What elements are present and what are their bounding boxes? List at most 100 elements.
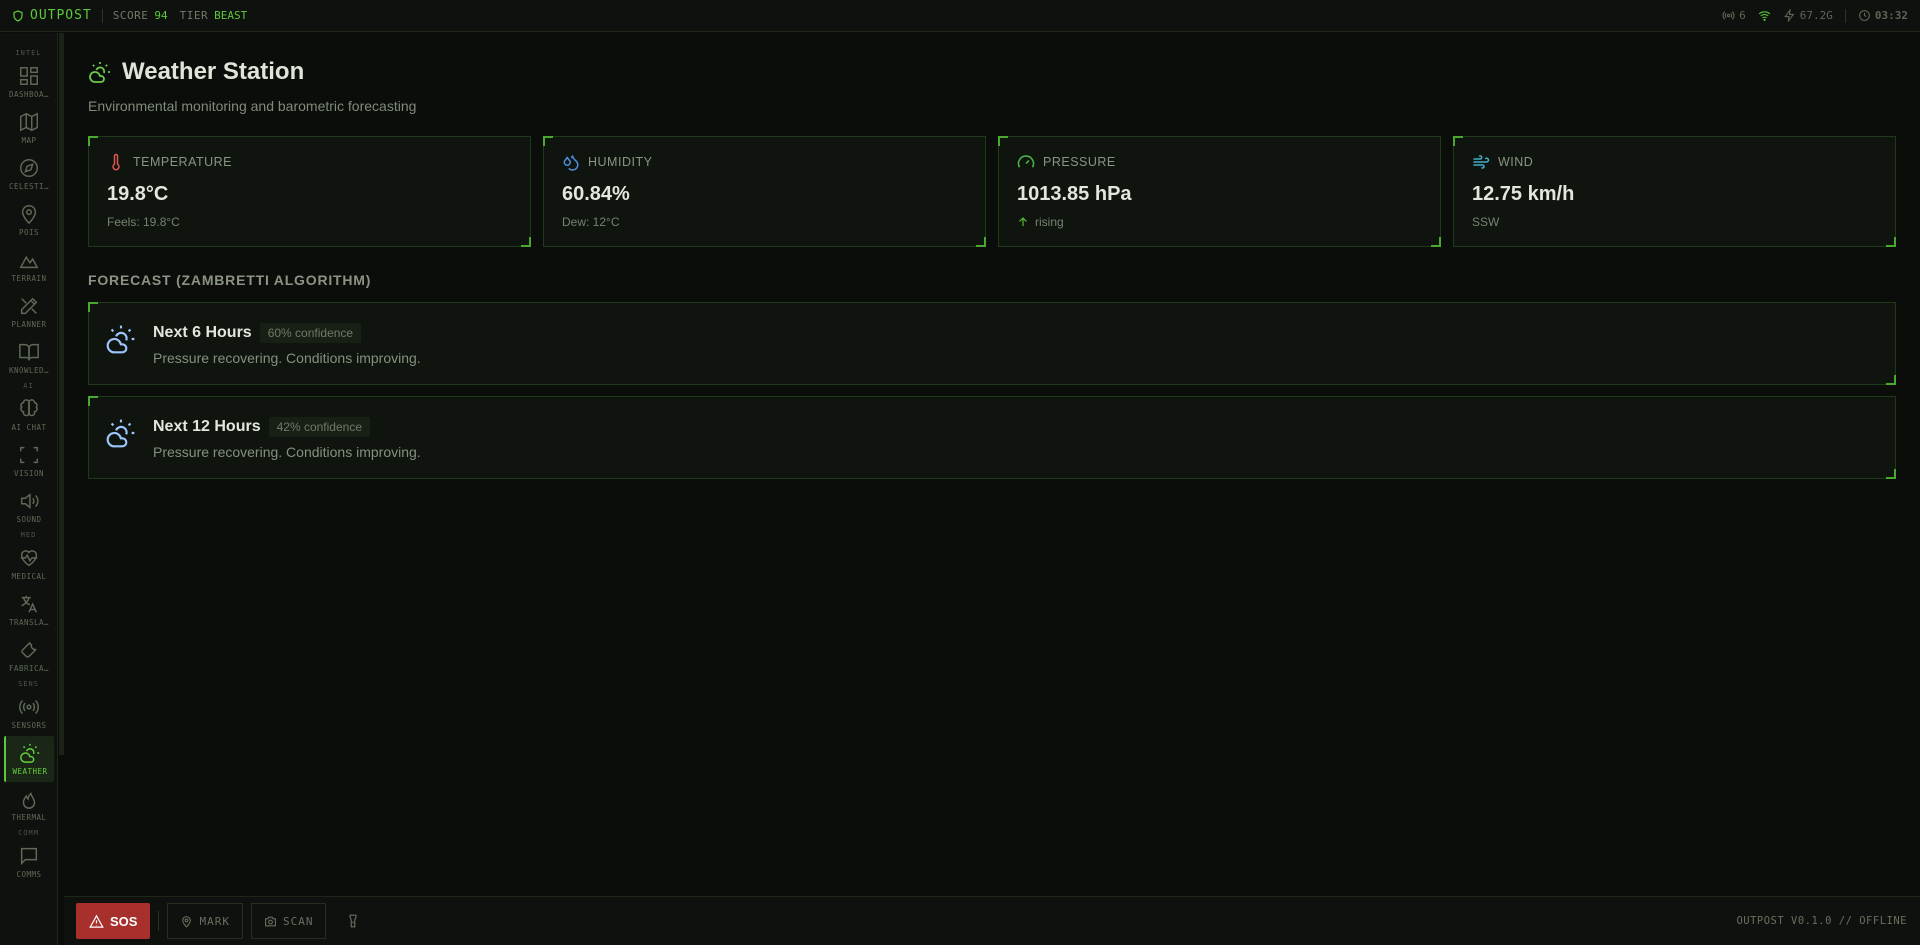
arrow-up-icon	[1019, 217, 1027, 226]
gauge-icon	[1017, 155, 1035, 168]
divider	[1844, 8, 1846, 23]
sos-label: SOS	[110, 913, 138, 929]
radio-count: 6	[1739, 9, 1746, 22]
cloud-sun-icon	[89, 62, 110, 83]
sidebar-item-pois[interactable]: POIS	[4, 197, 54, 243]
sidebar-item-label: PLANNER	[11, 320, 47, 329]
clock-icon	[1858, 10, 1870, 21]
radio-status[interactable]: 6	[1722, 9, 1746, 22]
forecast-description: Pressure recovering. Conditions improvin…	[153, 350, 421, 366]
score-label: SCORE	[112, 9, 149, 22]
mountain-icon	[19, 255, 39, 269]
temperature-card: TEMPERATURE 19.8°C Feels: 19.8°C	[88, 136, 531, 247]
top-bar: OUTPOST SCORE 94 TIER BEAST 6 67.2G 03:3…	[0, 0, 1920, 32]
tier-value: BEAST	[214, 9, 248, 22]
cloud-sun-icon	[20, 743, 40, 763]
sidebar-item-sound[interactable]: SOUND	[4, 484, 54, 530]
card-subtext: SSW	[1472, 215, 1500, 229]
main-content: Weather Station Environmental monitoring…	[88, 58, 1896, 479]
section-label-sens: SENS	[18, 680, 39, 688]
power-status[interactable]: 67.2G	[1783, 9, 1833, 22]
flashlight-icon	[349, 914, 357, 928]
pressure-card: PRESSURE 1013.85 hPa rising	[998, 136, 1441, 247]
sos-button[interactable]: SOS	[76, 903, 151, 939]
camera-icon	[265, 916, 276, 926]
sidebar-item-label: SENSORS	[11, 721, 47, 730]
sidebar: INTEL DASHBOA… MAP CELESTI… POIS TERRAIN…	[0, 33, 58, 945]
section-label-intel: INTEL	[15, 49, 42, 57]
wind-icon	[1473, 155, 1490, 169]
chat-icon	[20, 847, 38, 866]
sidebar-item-label: MEDICAL	[11, 572, 47, 581]
sidebar-scrollbar[interactable]	[59, 33, 64, 755]
scan-icon	[20, 446, 38, 464]
version-text: OUTPOST V0.1.0 // OFFLINE	[1736, 915, 1907, 927]
card-subtext: Feels: 19.8°C	[107, 215, 180, 229]
forecast-heading: FORECAST (ZAMBRETTI ALGORITHM)	[88, 272, 372, 288]
map-icon	[20, 112, 38, 132]
confidence-badge: 60% confidence	[259, 323, 362, 343]
radio-icon	[19, 699, 39, 715]
wifi-status[interactable]	[1758, 9, 1771, 22]
sidebar-item-label: TERRAIN	[11, 274, 47, 283]
pencil-ruler-icon	[20, 297, 38, 315]
sidebar-item-planner[interactable]: PLANNER	[4, 289, 54, 335]
sidebar-item-celestial[interactable]: CELESTI…	[4, 151, 54, 197]
wind-card: WIND 12.75 km/h SSW	[1453, 136, 1896, 247]
sidebar-item-ai-chat[interactable]: AI CHAT	[4, 392, 54, 438]
section-label-ai: AI	[23, 382, 34, 390]
sidebar-item-dashboard[interactable]: DASHBOA…	[4, 59, 54, 105]
forecast-title: Next 6 Hours	[153, 324, 252, 341]
scan-button[interactable]: SCAN	[250, 903, 327, 939]
card-subtext: rising	[1035, 215, 1064, 229]
sidebar-item-label: POIS	[18, 228, 40, 237]
mark-button[interactable]: MARK	[167, 903, 243, 939]
section-label-med: MED	[20, 531, 37, 539]
confidence-badge: 42% confidence	[268, 417, 370, 437]
sidebar-item-vision[interactable]: VISION	[4, 438, 54, 484]
map-pin-icon	[182, 915, 192, 928]
flashlight-button[interactable]	[346, 914, 360, 928]
forecast-item: Next 6 Hours 60% confidence Pressure rec…	[88, 302, 1896, 385]
sidebar-item-label: THERMAL	[11, 813, 47, 822]
page-subtitle: Environmental monitoring and barometric …	[88, 98, 417, 114]
sidebar-item-comms[interactable]: COMMS	[4, 839, 54, 885]
sidebar-item-label: AI CHAT	[11, 423, 47, 432]
sidebar-item-knowledge[interactable]: KNOWLED…	[4, 335, 54, 381]
brand: OUTPOST	[12, 8, 92, 23]
forecast-title: Next 12 Hours	[153, 418, 261, 435]
card-value: 12.75 km/h	[1472, 183, 1575, 205]
card-value: 1013.85 hPa	[1017, 183, 1132, 205]
shield-icon	[13, 9, 23, 22]
page-header: Weather Station	[88, 58, 1896, 86]
droplets-icon	[563, 155, 579, 171]
power-value: 67.2G	[1799, 9, 1833, 22]
sidebar-item-medical[interactable]: MEDICAL	[4, 541, 54, 587]
sidebar-item-translate[interactable]: TRANSLA…	[4, 587, 54, 633]
divider	[158, 911, 160, 931]
score-value: 94	[154, 9, 168, 22]
forecast-description: Pressure recovering. Conditions improvin…	[153, 444, 421, 460]
compass-icon	[20, 159, 38, 177]
sidebar-item-label: COMMS	[16, 870, 42, 879]
sidebar-item-label: VISION	[13, 469, 45, 478]
sidebar-item-thermal[interactable]: THERMAL	[4, 782, 54, 828]
metric-cards: TEMPERATURE 19.8°C Feels: 19.8°C HUMIDIT…	[88, 136, 1896, 247]
brain-icon	[20, 399, 38, 417]
sidebar-item-fabrication[interactable]: FABRICA…	[4, 633, 54, 679]
card-value: 60.84%	[562, 183, 630, 205]
sidebar-item-label: KNOWLED…	[8, 366, 50, 375]
sidebar-item-label: DASHBOA…	[8, 90, 50, 99]
card-value: 19.8°C	[107, 183, 169, 205]
brand-name: OUTPOST	[30, 8, 92, 23]
sidebar-item-terrain[interactable]: TERRAIN	[4, 243, 54, 289]
sidebar-item-label: WEATHER	[12, 767, 48, 776]
alert-triangle-icon	[89, 914, 104, 928]
sidebar-item-weather[interactable]: WEATHER	[4, 736, 54, 782]
cloud-sun-icon	[106, 325, 135, 354]
time-value: 03:32	[1874, 9, 1908, 22]
sidebar-item-map[interactable]: MAP	[4, 105, 54, 151]
speaker-icon	[20, 493, 39, 509]
sidebar-item-sensors[interactable]: SENSORS	[4, 690, 54, 736]
humidity-card: HUMIDITY 60.84% Dew: 12°C	[543, 136, 986, 247]
